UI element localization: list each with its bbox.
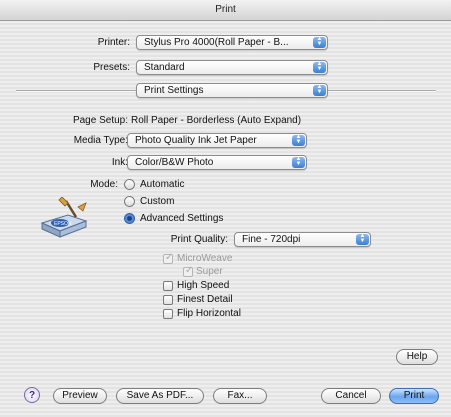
updown-arrows-icon: ▲ ▼: [356, 233, 369, 245]
mode-radio-automatic[interactable]: [124, 179, 135, 190]
panel-popup[interactable]: Print Settings ▲ ▼: [136, 83, 328, 98]
updown-arrows-icon: ▲ ▼: [313, 84, 326, 96]
printer-popup[interactable]: Stylus Pro 4000(Roll Paper - B... ▲ ▼: [136, 35, 328, 50]
mode-option-custom[interactable]: Custom: [140, 196, 174, 207]
print-quality-popup[interactable]: Fine - 720dpi ▲ ▼: [234, 232, 371, 247]
save-as-pdf-button[interactable]: Save As PDF...: [116, 388, 204, 404]
updown-arrows-icon: ▲ ▼: [292, 134, 305, 146]
presets-popup[interactable]: Standard ▲ ▼: [136, 60, 328, 75]
ink-label: Ink:: [111, 157, 128, 168]
page-setup-label: Page Setup:: [72, 115, 128, 126]
page-setup-value: Roll Paper - Borderless (Auto Expand): [131, 115, 302, 126]
epson-printer-brush-icon: EPSON: [40, 197, 88, 238]
flip-horizontal-checkbox[interactable]: [163, 309, 173, 319]
svg-text:EPSON: EPSON: [54, 221, 72, 227]
mode-option-automatic[interactable]: Automatic: [140, 179, 184, 190]
cancel-button[interactable]: Cancel: [321, 388, 381, 404]
super-label: Super: [196, 266, 223, 277]
media-type-value: Photo Quality Ink Jet Paper: [135, 135, 257, 146]
panel-value: Print Settings: [144, 85, 204, 96]
print-quality-value: Fine - 720dpi: [242, 234, 301, 245]
updown-arrows-icon: ▲ ▼: [313, 61, 326, 73]
microweave-checkbox: ✓: [163, 252, 174, 264]
print-dialog: Printer: Stylus Pro 4000(Roll Paper - B.…: [0, 21, 451, 417]
finest-detail-checkbox[interactable]: [163, 295, 173, 305]
print-quality-label: Print Quality:: [170, 234, 228, 245]
fax-button[interactable]: Fax...: [213, 388, 267, 404]
help-question-icon[interactable]: ?: [24, 387, 40, 403]
printer-value: Stylus Pro 4000(Roll Paper - B...: [144, 37, 289, 48]
mode-option-advanced-settings[interactable]: Advanced Settings: [140, 213, 223, 224]
super-checkbox: ✓: [183, 265, 194, 277]
window-title: Print: [0, 0, 451, 21]
help-button[interactable]: Help: [396, 349, 438, 365]
preview-button[interactable]: Preview: [53, 388, 107, 404]
ink-popup[interactable]: Color/B&W Photo ▲ ▼: [127, 155, 307, 170]
ink-value: Color/B&W Photo: [135, 157, 214, 168]
media-type-popup[interactable]: Photo Quality Ink Jet Paper ▲ ▼: [127, 133, 307, 148]
flip-horizontal-label[interactable]: Flip Horizontal: [177, 308, 241, 319]
media-type-label: Media Type:: [73, 135, 128, 146]
mode-label: Mode:: [90, 179, 118, 190]
print-button[interactable]: Print: [389, 388, 439, 404]
finest-detail-label[interactable]: Finest Detail: [177, 294, 233, 305]
updown-arrows-icon: ▲ ▼: [313, 36, 326, 48]
high-speed-checkbox[interactable]: [163, 281, 173, 291]
presets-value: Standard: [144, 62, 185, 73]
high-speed-label[interactable]: High Speed: [177, 280, 229, 291]
printer-label: Printer:: [97, 37, 130, 48]
updown-arrows-icon: ▲ ▼: [292, 156, 305, 168]
mode-radio-advanced-settings[interactable]: [124, 213, 135, 224]
mode-radio-custom[interactable]: [124, 196, 135, 207]
presets-label: Presets:: [93, 62, 130, 73]
microweave-label: MicroWeave: [177, 253, 233, 264]
